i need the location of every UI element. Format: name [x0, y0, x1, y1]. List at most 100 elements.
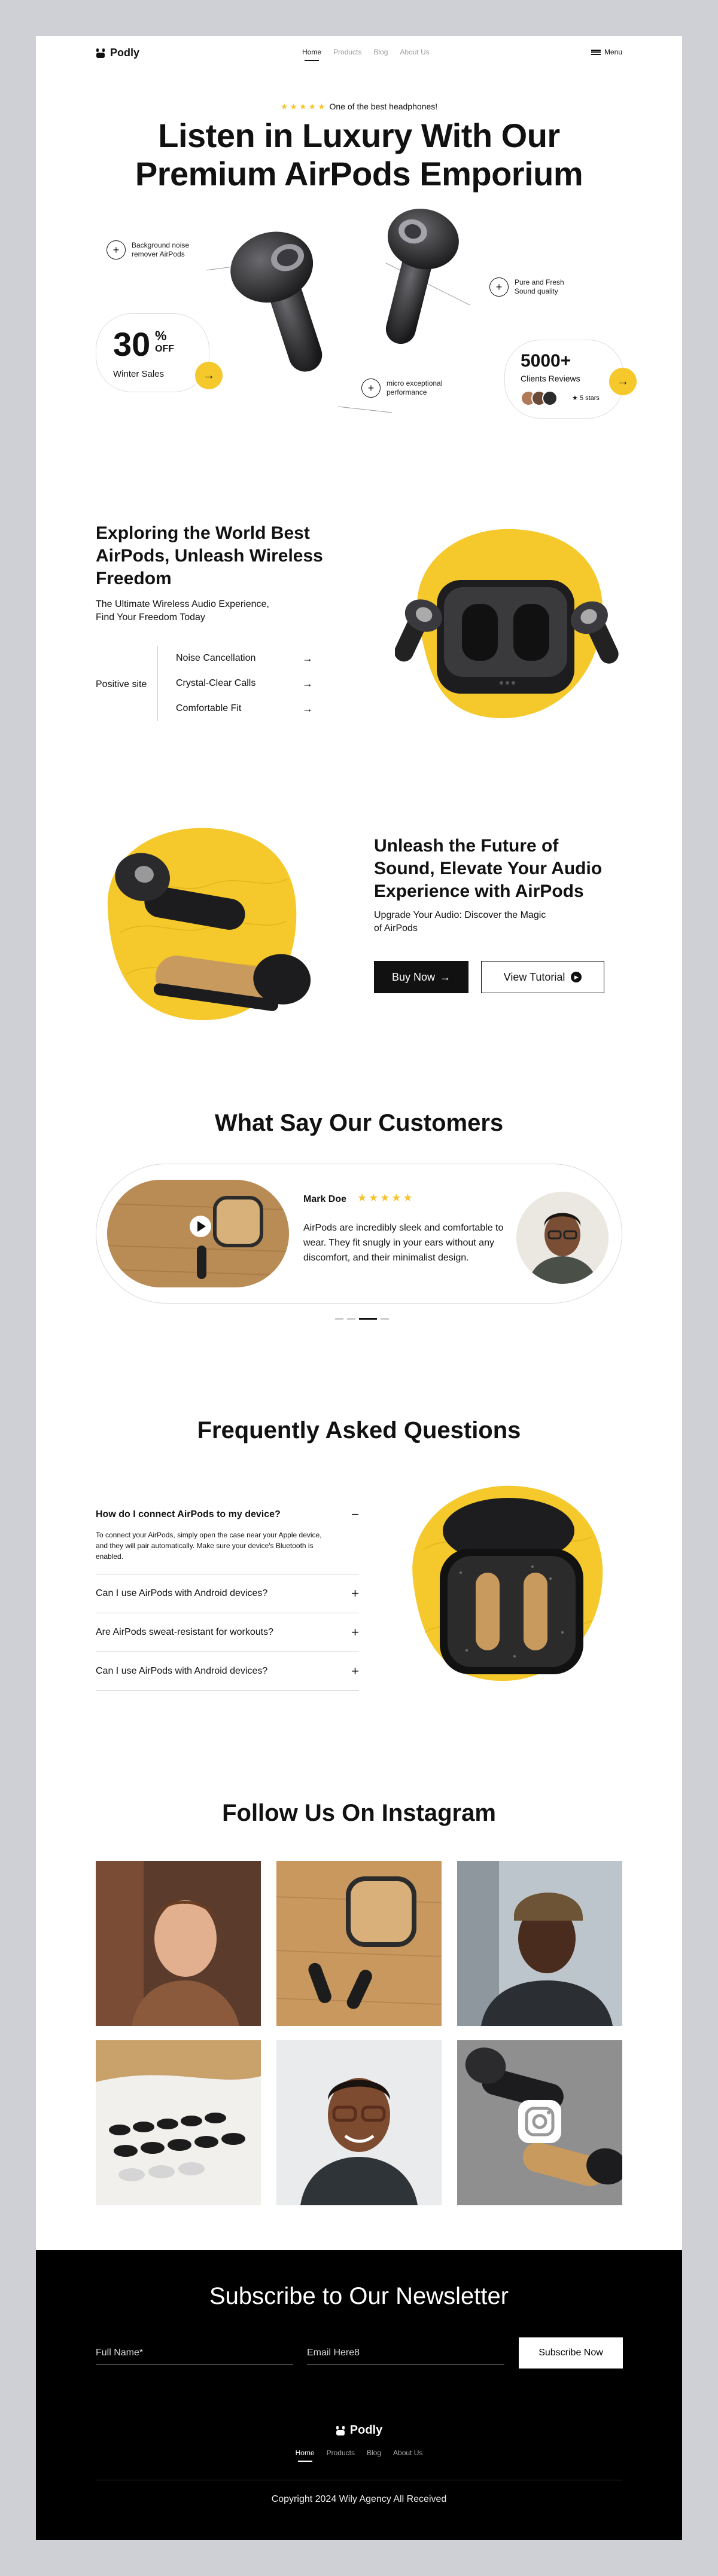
future-subtitle: Upgrade Your Audio: Discover the Magic o… [374, 909, 546, 935]
copyright: Copyright 2024 Wily Agency All Received [271, 2494, 447, 2504]
faq-question-toggle[interactable]: Can I use AirPods with Android devices? … [96, 1652, 359, 1690]
plus-icon[interactable]: + [361, 379, 381, 398]
top-nav: Podly Home Products Blog About Us Menu [36, 36, 682, 102]
brand-earbud-icon [336, 2425, 345, 2435]
hero-title: Listen in Luxury With Our Premium AirPod… [36, 117, 682, 193]
explore-feature-list: Noise Cancellation → Crystal-Clear Calls… [157, 646, 313, 721]
pagination-dot[interactable] [347, 1318, 355, 1320]
explore-title-line: Freedom [96, 569, 172, 588]
instagram-post[interactable] [276, 1861, 442, 2026]
rating-text: One of the best headphones! [329, 102, 438, 111]
brand-logo[interactable]: Podly [96, 47, 139, 59]
instagram-post[interactable] [457, 1861, 622, 2026]
nav-link-home[interactable]: Home [302, 48, 321, 61]
footer-links: Home Products Blog About Us [36, 2449, 682, 2462]
menu-button[interactable]: Menu [591, 48, 622, 56]
future-earbuds-image [107, 828, 311, 1021]
feature-noise-line-1: Background noise [132, 241, 190, 249]
plus-icon: + [351, 1625, 359, 1640]
newsletter-title: Subscribe to Our Newsletter [209, 2283, 509, 2309]
footer-link-about[interactable]: About Us [393, 2449, 422, 2457]
feature-noise-cancellation[interactable]: Noise Cancellation → [158, 646, 313, 671]
view-tutorial-button[interactable]: View Tutorial ▶ [481, 961, 604, 993]
reviews-card: 5000+ Clients Reviews ★ 5 stars [504, 340, 624, 419]
reviewer-photo [516, 1192, 609, 1284]
sale-off: OFF [155, 344, 174, 354]
plus-icon[interactable]: + [489, 277, 509, 297]
instagram-photo [96, 2040, 261, 2205]
buy-now-label: Buy Now [391, 970, 436, 983]
feature-comfortable-fit[interactable]: Comfortable Fit → [158, 696, 313, 721]
testimonial-pagination [335, 1318, 389, 1320]
reviews-arrow-button[interactable]: → [609, 368, 637, 395]
plus-icon: + [351, 1664, 359, 1678]
feature-noise-remover: + Background noise remover AirPods [107, 240, 189, 260]
reviewer-name: Mark Doe [303, 1194, 347, 1204]
pagination-dot-active[interactable] [359, 1318, 377, 1320]
footer-link-blog[interactable]: Blog [367, 2449, 381, 2457]
arrow-right-icon: → [203, 368, 215, 382]
feature-label: Noise Cancellation [176, 653, 256, 663]
pagination-dot[interactable] [381, 1318, 389, 1320]
feature-clear-calls[interactable]: Crystal-Clear Calls → [158, 671, 313, 696]
instagram-post[interactable] [457, 2040, 622, 2205]
reviews-number: 5000+ [521, 351, 571, 371]
faq-answer: To connect your AirPods, simply open the… [96, 1531, 322, 1561]
feature-sound-quality: + Pure and Fresh Sound quality [489, 277, 564, 297]
nav-link-blog[interactable]: Blog [373, 48, 388, 56]
faq-question: How do I connect AirPods to my device? [96, 1509, 281, 1519]
faq-question-toggle[interactable]: Can I use AirPods with Android devices? … [96, 1574, 359, 1613]
faq-item: Are AirPods sweat-resistant for workouts… [96, 1613, 359, 1652]
explore-title: Exploring the World Best AirPods, Unleas… [96, 522, 323, 590]
faq-question-toggle[interactable]: How do I connect AirPods to my device? − [96, 1500, 359, 1530]
reviewer-avatar [516, 1192, 609, 1284]
nav-links: Home Products Blog About Us [302, 48, 430, 61]
feature-label: Crystal-Clear Calls [176, 678, 256, 688]
faq-question-toggle[interactable]: Are AirPods sweat-resistant for workouts… [96, 1613, 359, 1652]
reviewer-stars: ★★★★★ [357, 1192, 415, 1204]
faq-list: How do I connect AirPods to my device? −… [96, 1500, 359, 1691]
subscribe-button[interactable]: Subscribe Now [519, 2337, 623, 2369]
instagram-post[interactable] [96, 1861, 261, 2026]
feature-label: Comfortable Fit [176, 703, 242, 713]
instagram-post[interactable] [96, 2040, 261, 2205]
footer-link-products[interactable]: Products [327, 2449, 355, 2457]
explore-subtitle: The Ultimate Wireless Audio Experience, … [96, 598, 269, 624]
arrow-right-icon: → [617, 374, 629, 388]
instagram-post[interactable] [276, 2040, 442, 2205]
faq-question: Can I use AirPods with Android devices? [96, 1588, 268, 1598]
sale-label: Winter Sales [113, 369, 165, 379]
faq-case-image [412, 1485, 603, 1681]
nav-link-products[interactable]: Products [333, 48, 361, 56]
sale-percent: % [155, 328, 167, 343]
footer-brand-logo[interactable]: Podly [36, 2424, 682, 2437]
faq-question: Are AirPods sweat-resistant for workouts… [96, 1627, 274, 1637]
view-tutorial-label: View Tutorial [503, 970, 565, 983]
nav-link-about[interactable]: About Us [400, 48, 429, 56]
footer-link-home[interactable]: Home [296, 2449, 315, 2462]
feature-sound-line-2: Sound quality [515, 287, 558, 295]
customers-title: What Say Our Customers [214, 1110, 504, 1136]
reviews-stars: ★ 5 stars [572, 395, 600, 402]
rating-stars: ★★★★★ [280, 102, 327, 111]
testimonial-video-thumbnail[interactable] [107, 1180, 289, 1287]
instagram-photo [276, 2040, 442, 2205]
future-subtitle-line: Upgrade Your Audio: Discover the Magic [374, 910, 546, 920]
plus-icon[interactable]: + [107, 240, 126, 260]
hero-title-line-2: Premium AirPods Emporium [135, 155, 583, 193]
faq-item: Can I use AirPods with Android devices? … [96, 1652, 359, 1691]
explore-case-image [395, 529, 619, 719]
future-title-line: Unleash the Future of [374, 836, 559, 856]
sale-number: 30 [113, 325, 151, 363]
buy-now-button[interactable]: Buy Now → [374, 961, 468, 993]
email-field[interactable]: Email Here8 [307, 2348, 504, 2365]
brand-name: Podly [110, 47, 140, 59]
pagination-dot[interactable] [335, 1318, 343, 1320]
hamburger-icon [591, 49, 601, 55]
sale-arrow-button[interactable]: → [195, 362, 223, 389]
feature-mic-line-1: micro exceptional [387, 379, 443, 387]
instagram-photo [457, 1861, 622, 2026]
full-name-field[interactable]: Full Name* [96, 2348, 293, 2365]
play-icon: ▶ [571, 972, 582, 982]
arrow-right-icon: → [302, 702, 313, 715]
